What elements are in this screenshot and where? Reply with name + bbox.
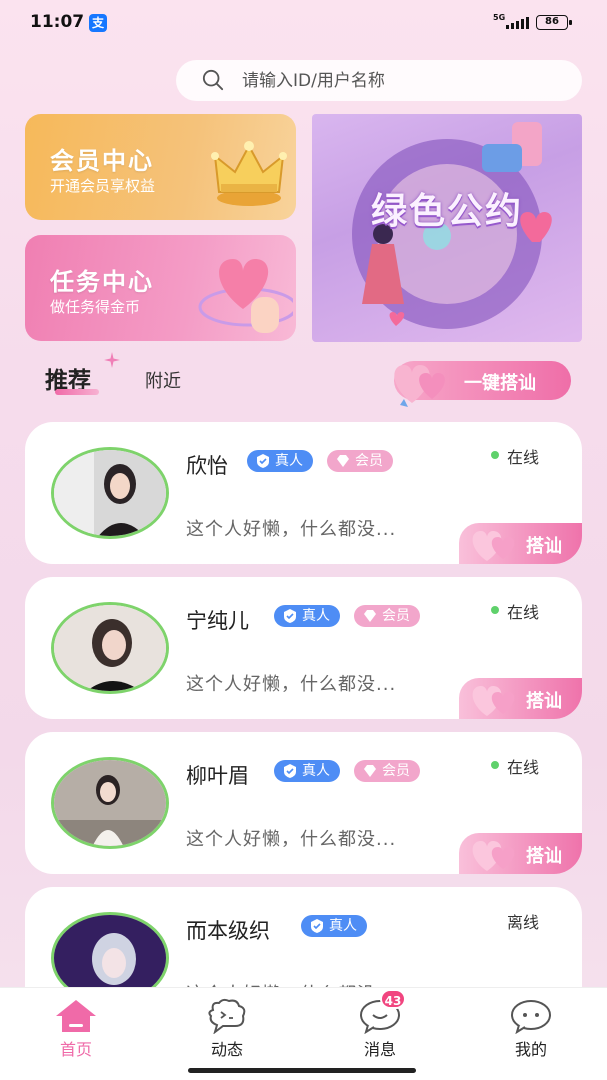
user-name: 柳叶眉 (186, 764, 249, 788)
moments-icon (208, 998, 246, 1034)
online-dot (491, 606, 499, 614)
nav-moments[interactable]: 动态 (177, 988, 277, 1059)
alipay-icon: 支 (89, 14, 107, 32)
vip-center-subtitle: 开通会员享权益 (50, 177, 156, 195)
vip-badge-label: 会员 (382, 763, 410, 779)
sparkle-icon (104, 352, 120, 368)
crown-icon (211, 141, 287, 206)
green-pact-banner[interactable]: 绿色公约 (312, 114, 582, 342)
diamond-icon (364, 765, 376, 777)
quick-chat-label: 一键搭讪 (464, 373, 536, 394)
offline-status: 离线 (507, 913, 540, 932)
verified-icon (284, 609, 296, 623)
hearts-icon (472, 531, 515, 561)
verified-icon (311, 919, 323, 933)
chat-button[interactable]: 搭讪 (459, 833, 582, 874)
vip-badge: 会员 (354, 605, 420, 627)
real-person-badge: 真人 (247, 450, 313, 472)
user-name: 欣怡 (186, 454, 228, 478)
user-card[interactable]: 柳叶眉 真人 会员 在线 这个人好懒，什么都没... 搭讪 (25, 732, 582, 874)
online-dot (491, 761, 499, 769)
chat-button-label: 搭讪 (526, 691, 562, 712)
tab-active-indicator (55, 389, 99, 395)
avatar-image (54, 450, 166, 536)
vip-badge: 会员 (327, 450, 393, 472)
home-icon (56, 1000, 96, 1032)
task-center-subtitle: 做任务得金币 (50, 298, 141, 316)
real-person-badge: 真人 (274, 760, 340, 782)
vip-center-title: 会员中心 (50, 147, 154, 175)
tab-nearby[interactable]: 附近 (145, 367, 181, 393)
search-icon (202, 69, 224, 91)
profile-icon (511, 1000, 551, 1034)
signal-icon (506, 15, 529, 29)
heart-hand-icon (198, 259, 293, 333)
nav-home[interactable]: 首页 (26, 988, 126, 1059)
chat-button-label: 搭讪 (526, 536, 562, 557)
vip-badge: 会员 (354, 760, 420, 782)
verified-icon (257, 454, 269, 468)
avatar[interactable] (51, 602, 169, 694)
search-input[interactable] (242, 60, 562, 101)
user-card[interactable]: 欣怡 真人 会员 在线 这个人好懒，什么都没... 搭讪 (25, 422, 582, 564)
user-bio: 这个人好懒，什么都没... (186, 519, 397, 540)
unread-count-badge: 43 (380, 989, 406, 1009)
diamond-icon (337, 455, 349, 467)
home-indicator (188, 1068, 416, 1073)
vip-badge-label: 会员 (355, 453, 383, 469)
online-status: 在线 (507, 448, 540, 467)
nav-mine-label: 我的 (514, 1040, 547, 1059)
user-card[interactable]: 宁纯儿 真人 会员 在线 这个人好懒，什么都没... 搭讪 (25, 577, 582, 719)
hearts-icon (472, 686, 515, 716)
avatar[interactable] (51, 447, 169, 539)
online-dot (491, 451, 499, 459)
online-status: 在线 (507, 603, 540, 622)
banner-title: 绿色公约 (370, 191, 523, 232)
avatar[interactable] (51, 757, 169, 849)
user-name: 而本级织 (186, 919, 270, 943)
network-type: 5G (493, 13, 506, 22)
hearts-icon (472, 841, 515, 871)
online-status: 在线 (507, 758, 540, 777)
chat-button[interactable]: 搭讪 (459, 523, 582, 564)
quick-chat-button[interactable]: 一键搭讪 (394, 361, 571, 407)
hearts-icon (394, 365, 445, 407)
user-bio: 这个人好懒，什么都没... (186, 674, 397, 695)
diamond-icon (364, 610, 376, 622)
user-name: 宁纯儿 (186, 609, 249, 633)
status-bar: 11:07 支 5G 86 (0, 0, 607, 46)
user-bio: 这个人好懒，什么都没... (186, 829, 397, 850)
task-center-title: 任务中心 (50, 268, 154, 296)
battery-icon: 86 (536, 15, 572, 30)
chat-button[interactable]: 搭讪 (459, 678, 582, 719)
real-badge-label: 真人 (329, 918, 357, 934)
real-badge-label: 真人 (302, 608, 330, 624)
search-bar[interactable] (176, 60, 582, 101)
task-center-card[interactable]: 任务中心 做任务得金币 (25, 235, 296, 341)
avatar-image (54, 760, 166, 846)
vip-center-card[interactable]: 会员中心 开通会员享权益 (25, 114, 296, 220)
nav-home-label: 首页 (59, 1040, 92, 1059)
real-badge-label: 真人 (302, 763, 330, 779)
nav-mine[interactable]: 我的 (481, 988, 581, 1059)
nav-moments-label: 动态 (210, 1040, 243, 1059)
verified-icon (284, 764, 296, 778)
real-badge-label: 真人 (275, 453, 303, 469)
vip-badge-label: 会员 (382, 608, 410, 624)
bottom-nav: 首页 动态 消息 43 我的 (0, 987, 607, 1080)
real-person-badge: 真人 (301, 915, 367, 937)
status-time: 11:07 (30, 12, 85, 32)
avatar-image (54, 605, 166, 691)
chat-button-label: 搭讪 (526, 846, 562, 867)
nav-messages-label: 消息 (363, 1040, 396, 1059)
real-person-badge: 真人 (274, 605, 340, 627)
